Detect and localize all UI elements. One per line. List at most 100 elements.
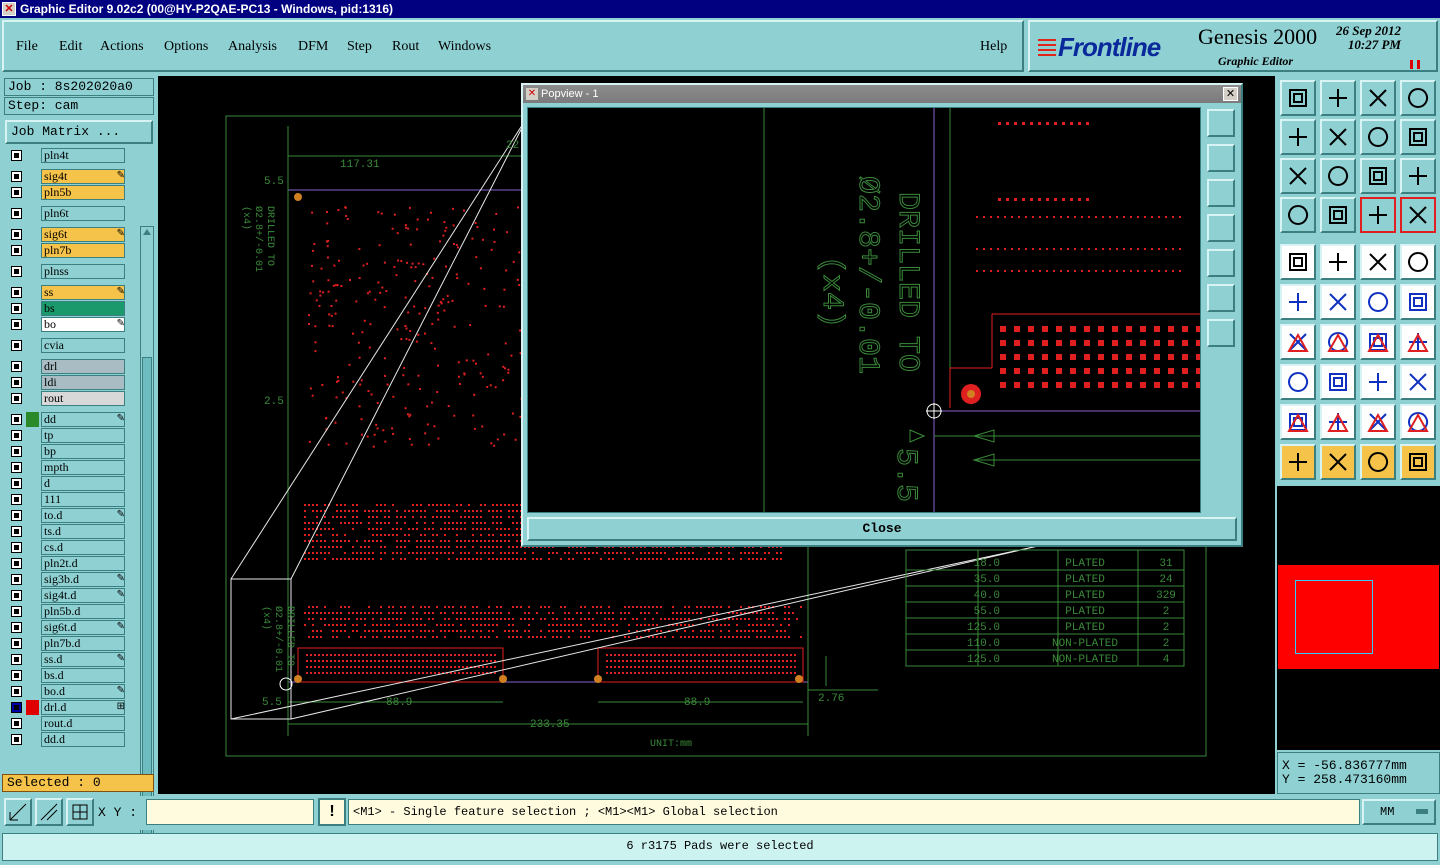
- save-button[interactable]: [1320, 80, 1356, 116]
- menu-edit[interactable]: Edit: [59, 39, 82, 55]
- layer-checkbox[interactable]: [11, 478, 22, 489]
- layer-name[interactable]: to.d: [41, 508, 125, 523]
- xy-input[interactable]: [146, 799, 314, 825]
- pause-icon[interactable]: [1410, 60, 1420, 69]
- layer-checkbox[interactable]: [11, 446, 22, 457]
- add-shape-button[interactable]: [1320, 244, 1356, 280]
- layer-name[interactable]: cs.d: [41, 540, 125, 555]
- warning-button[interactable]: !: [318, 798, 346, 826]
- zoom-fit-button[interactable]: [1280, 158, 1316, 194]
- rotate-button[interactable]: [1360, 324, 1396, 360]
- layer-name[interactable]: 111: [41, 492, 125, 507]
- layer-name[interactable]: plnss: [41, 264, 125, 279]
- mirror-button[interactable]: [1400, 324, 1436, 360]
- scroll-up-icon[interactable]: [143, 229, 151, 235]
- layer-checkbox[interactable]: [11, 319, 22, 330]
- popview-close-icon[interactable]: ✕: [1223, 87, 1238, 101]
- menu-help[interactable]: Help: [980, 39, 1007, 55]
- layer-checkbox[interactable]: [11, 393, 22, 404]
- layer-scrollbar[interactable]: [140, 226, 154, 846]
- layer-row[interactable]: sig6t ✎: [5, 227, 129, 242]
- layer-row[interactable]: bo ✎: [5, 317, 129, 332]
- layer-row[interactable]: to.d ✎: [5, 508, 129, 523]
- layer-row[interactable]: ss ✎: [5, 285, 129, 300]
- layer-row[interactable]: cs.d: [5, 540, 129, 555]
- layer-checkbox[interactable]: [11, 303, 22, 314]
- layer-row[interactable]: bo.d ✎: [5, 684, 129, 699]
- drill-alt-button[interactable]: [1400, 284, 1436, 320]
- menu-windows[interactable]: Windows: [438, 39, 491, 55]
- swap-button[interactable]: [1360, 119, 1396, 155]
- layer-name[interactable]: d: [41, 476, 125, 491]
- menu-dfm[interactable]: DFM: [298, 39, 328, 55]
- layer-row[interactable]: mpth: [5, 460, 129, 475]
- select-box-button[interactable]: [1320, 444, 1356, 480]
- layer-checkbox[interactable]: [11, 187, 22, 198]
- cross-button[interactable]: [1320, 284, 1356, 320]
- layer-name[interactable]: bp: [41, 444, 125, 459]
- layer-row[interactable]: rout: [5, 391, 129, 406]
- popview-down-button[interactable]: [1207, 179, 1235, 207]
- layer-row[interactable]: sig6t.d ✎: [5, 620, 129, 635]
- flip-button[interactable]: [1400, 119, 1436, 155]
- layer-name[interactable]: pln2t.d: [41, 556, 125, 571]
- layer-row[interactable]: pln7b.d: [5, 636, 129, 651]
- layer-name[interactable]: ss.d: [41, 652, 125, 667]
- layer-checkbox[interactable]: [11, 670, 22, 681]
- layer-row[interactable]: cvia: [5, 338, 129, 353]
- layer-name[interactable]: sig4t.d: [41, 588, 125, 603]
- layer-name[interactable]: pln7b: [41, 243, 125, 258]
- layer-row[interactable]: 111: [5, 492, 129, 507]
- arc-button[interactable]: [1320, 364, 1356, 400]
- open-job-button[interactable]: [1280, 80, 1316, 116]
- layer-name[interactable]: sig6t.d: [41, 620, 125, 635]
- units-select[interactable]: MM: [1362, 799, 1436, 825]
- layer-row[interactable]: ss.d ✎: [5, 652, 129, 667]
- job-matrix-button[interactable]: Job Matrix ...: [5, 120, 153, 144]
- layer-row[interactable]: pln5b.d: [5, 604, 129, 619]
- layer-checkbox[interactable]: [11, 510, 22, 521]
- layer-name[interactable]: dd.d: [41, 732, 125, 747]
- layer-checkbox[interactable]: [11, 287, 22, 298]
- pad-list-button[interactable]: [1360, 197, 1396, 233]
- layer-checkbox[interactable]: [11, 208, 22, 219]
- layer-checkbox[interactable]: [11, 377, 22, 388]
- layer-name[interactable]: pln6t: [41, 206, 125, 221]
- overview-map[interactable]: [1277, 486, 1440, 750]
- popview-zoom-in-button[interactable]: [1207, 109, 1235, 137]
- layer-name[interactable]: cvia: [41, 338, 125, 353]
- cluster-button[interactable]: [1400, 364, 1436, 400]
- ruler-button[interactable]: [1360, 244, 1396, 280]
- select-arrow-button[interactable]: [1280, 444, 1316, 480]
- popview-close-button[interactable]: Close: [527, 517, 1237, 541]
- layer-row[interactable]: ldi: [5, 375, 129, 390]
- layer-row[interactable]: drl.d ⊞: [5, 700, 129, 715]
- scale-1-2-button[interactable]: [1360, 158, 1396, 194]
- layer-checkbox[interactable]: [11, 150, 22, 161]
- layer-row[interactable]: drl: [5, 359, 129, 374]
- shape-button[interactable]: [1280, 364, 1316, 400]
- snap-icon[interactable]: [4, 798, 32, 826]
- help-button[interactable]: [1400, 158, 1436, 194]
- layer-checkbox[interactable]: [11, 266, 22, 277]
- layer-checkbox[interactable]: [11, 361, 22, 372]
- layer-checkbox[interactable]: [11, 734, 22, 745]
- line-angle-button[interactable]: [1280, 324, 1316, 360]
- layer-row[interactable]: bs: [5, 301, 129, 316]
- popview-canvas[interactable]: DRILLED TO Ø2.8+/-0.01 (x4) 5.5: [527, 107, 1201, 513]
- arrow-tri-button[interactable]: [1320, 404, 1356, 440]
- popview-left-button[interactable]: [1207, 214, 1235, 242]
- layer-row[interactable]: sig4t ✎: [5, 169, 129, 184]
- layer-name[interactable]: pln4t: [41, 148, 125, 163]
- select-route-button[interactable]: [1400, 444, 1436, 480]
- layer-name[interactable]: bs: [41, 301, 125, 316]
- select-pointer-button[interactable]: [1360, 444, 1396, 480]
- layer-checkbox[interactable]: [11, 686, 22, 697]
- wrench-button[interactable]: [1280, 197, 1316, 233]
- layer-name[interactable]: tp: [41, 428, 125, 443]
- layer-checkbox[interactable]: [11, 171, 22, 182]
- layer-name[interactable]: ldi: [41, 375, 125, 390]
- layer-row[interactable]: pln7b: [5, 243, 129, 258]
- drill-button[interactable]: [1360, 284, 1396, 320]
- layer-checkbox[interactable]: [11, 414, 22, 425]
